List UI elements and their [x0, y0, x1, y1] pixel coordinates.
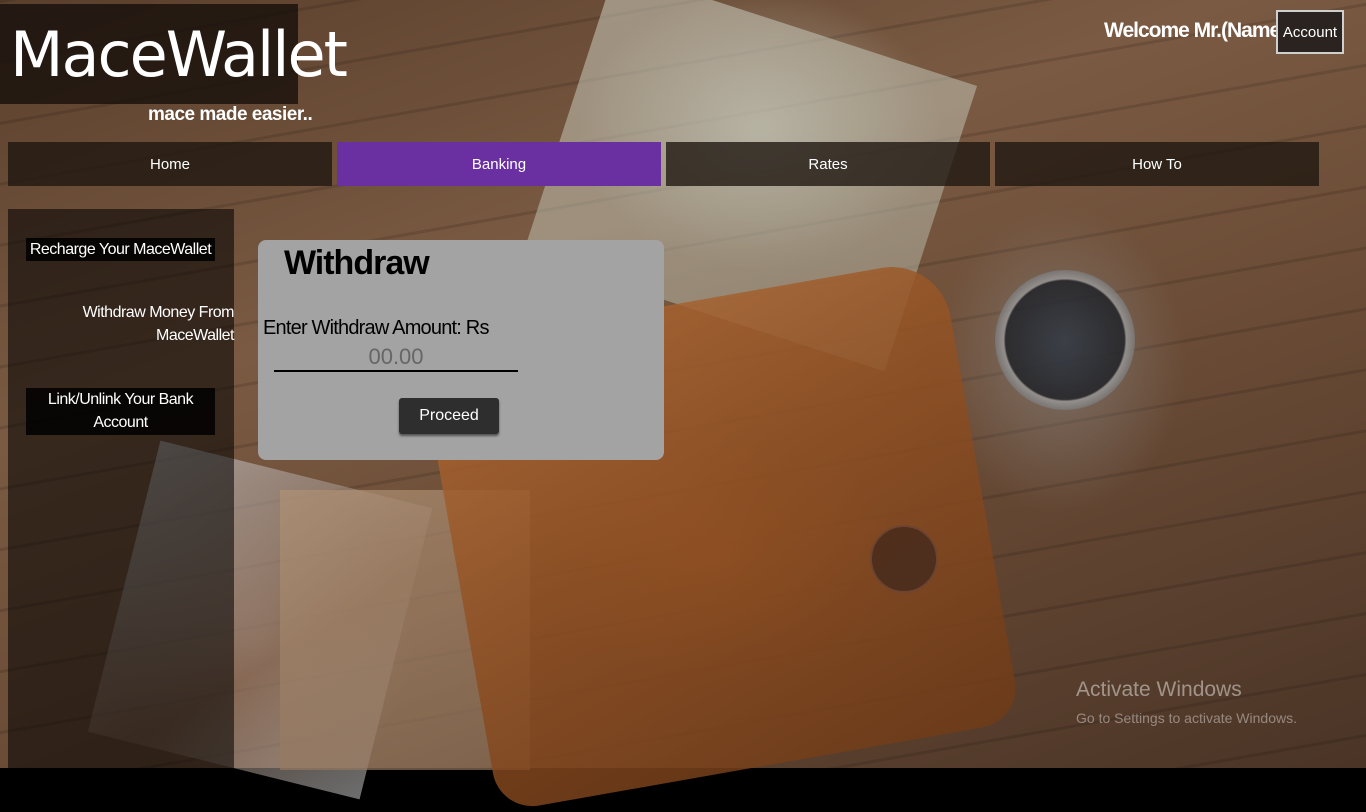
nav-banking[interactable]: Banking: [337, 142, 661, 186]
withdraw-panel: Withdraw Enter Withdraw Amount: Rs Proce…: [258, 240, 664, 460]
amount-label: Enter Withdraw Amount: Rs: [263, 317, 489, 339]
amount-input[interactable]: [274, 344, 518, 372]
nav-how-to[interactable]: How To: [995, 142, 1319, 186]
sidebar-item-link-bank[interactable]: Link/Unlink Your Bank Account: [26, 388, 215, 435]
panel-title: Withdraw: [284, 244, 430, 282]
brand-title: MaceWallet: [10, 18, 348, 91]
background-watch: [995, 270, 1135, 410]
nav-home[interactable]: Home: [8, 142, 332, 186]
sidebar: Recharge Your MaceWallet Withdraw Money …: [8, 209, 235, 769]
activate-windows-subtitle: Go to Settings to activate Windows.: [1076, 710, 1297, 726]
activate-windows-title: Activate Windows: [1076, 678, 1242, 701]
sidebar-item-recharge[interactable]: Recharge Your MaceWallet: [26, 238, 215, 261]
account-button[interactable]: Account: [1276, 10, 1344, 54]
brand-tagline: mace made easier..: [148, 104, 313, 125]
nav-rates[interactable]: Rates: [666, 142, 990, 186]
background-wallet-emblem: [870, 525, 938, 593]
proceed-button[interactable]: Proceed: [399, 398, 499, 434]
sidebar-item-withdraw[interactable]: Withdraw Money From MaceWallet: [74, 301, 235, 347]
brand-box: MaceWallet: [0, 4, 348, 104]
welcome-text: Welcome Mr.(Name): [1104, 19, 1287, 42]
